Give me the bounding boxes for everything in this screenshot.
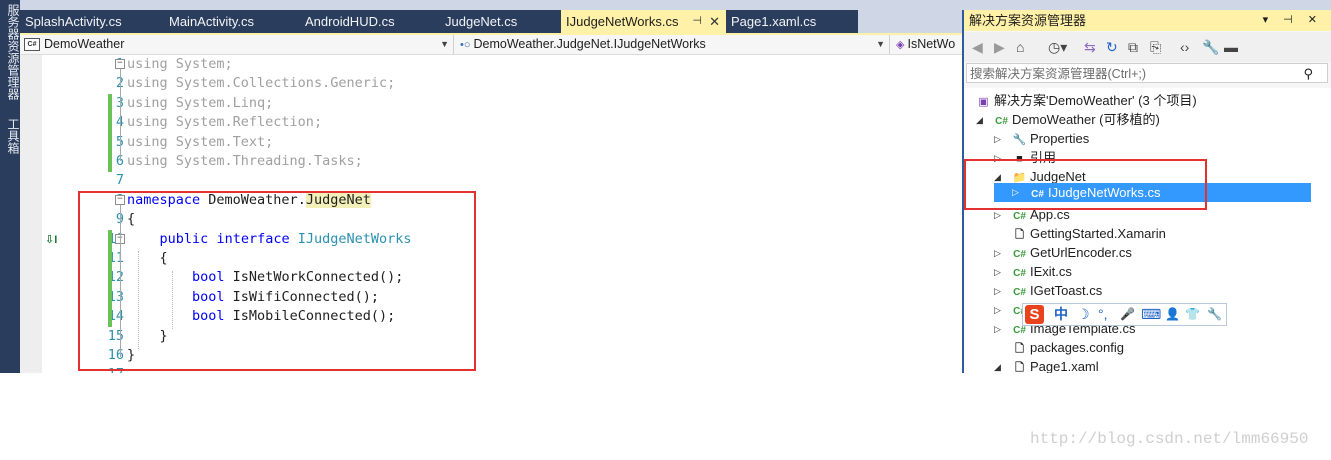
interface-icon: •○ — [460, 39, 471, 51]
collapsed-arrow-icon[interactable]: ▷ — [994, 267, 1001, 278]
collapsed-arrow-icon[interactable]: ▷ — [994, 324, 1001, 335]
line-number: 4 — [115, 114, 124, 131]
line-number: 3 — [115, 94, 124, 111]
tab-ijudgenetworks[interactable]: IJudgeNetWorks.cs ⊣ ✕ — [561, 10, 726, 33]
xaml-file-icon: 🗋 — [1015, 362, 1024, 373]
home-icon[interactable]: ⌂ — [1016, 32, 1024, 62]
change-indicator — [108, 94, 112, 172]
watermark: http://blog.csdn.net/lmm66950 — [1030, 430, 1309, 448]
solution-explorer-title-bar: 解决方案资源管理器 ▾ ⊣ ✕ — [964, 10, 1331, 31]
collapsed-arrow-icon[interactable]: ▷ — [994, 134, 1001, 145]
punctuation-icon[interactable]: °, — [1098, 304, 1108, 325]
csharp-project-icon: C# — [995, 116, 1008, 127]
collapse-all-icon[interactable]: ⧉ — [1128, 32, 1138, 62]
history-icon[interactable]: ◷▾ — [1048, 32, 1067, 62]
moon-icon[interactable]: ☽ — [1077, 304, 1090, 325]
skin-shirt-icon[interactable]: 👕 — [1185, 304, 1200, 325]
settings-wrench-icon[interactable]: 🔧 — [1207, 304, 1222, 325]
code-line: using System.Linq; — [127, 94, 274, 111]
fold-line — [120, 69, 121, 161]
expanded-arrow-icon[interactable]: ◢ — [994, 362, 1001, 373]
code-line: using System.Collections.Generic; — [127, 75, 396, 92]
tab-mainactivity[interactable]: MainActivity.cs — [164, 10, 292, 33]
code-line: using System.Reflection; — [127, 114, 323, 131]
line-number: 6 — [115, 153, 124, 169]
csharp-project-icon: C# — [24, 38, 40, 52]
tree-item-project[interactable]: C# DemoWeather (可移植的) — [994, 110, 1160, 129]
search-icon[interactable]: ⚲ — [1303, 64, 1313, 84]
chevron-down-icon: ▼ — [440, 39, 449, 49]
project-dropdown[interactable]: C# DemoWeather ▼ — [20, 35, 454, 54]
server-explorer-tab[interactable]: 服务器资源管理器 — [1, 4, 20, 100]
navigation-bar: C# DemoWeather ▼ •○ DemoWeather.JudgeNet.I… — [20, 35, 962, 55]
document-tab-bar: SplashActivity.cs MainActivity.cs Androi… — [20, 10, 858, 33]
solution-icon: ▣ — [978, 96, 989, 108]
panel-window-buttons[interactable]: ▾ ⊣ ✕ — [1263, 10, 1323, 31]
collapse-toggle[interactable]: − — [115, 59, 125, 69]
code-line: using System; — [127, 56, 233, 72]
left-tool-strip: 服务器资源管理器 工具箱 — [0, 0, 20, 373]
panel-title: 解决方案资源管理器 — [969, 13, 1087, 28]
view-code-icon[interactable]: ‹› — [1180, 32, 1189, 62]
implementation-glyph-icon[interactable]: ⇩I — [45, 233, 57, 246]
method-icon: ◈ — [896, 39, 905, 51]
keyboard-icon[interactable]: ⌨ — [1141, 304, 1161, 325]
tree-item-solution[interactable]: ▣ 解决方案'DemoWeather' (3 个项目) — [976, 91, 1196, 110]
back-icon[interactable]: ◀ — [972, 32, 983, 62]
sogou-logo-icon[interactable]: S — [1025, 305, 1044, 324]
line-number: 7 — [115, 172, 124, 189]
annotation-box-tree — [964, 159, 1207, 210]
collapsed-arrow-icon[interactable]: ▷ — [994, 210, 1001, 221]
code-line: using System.Text; — [127, 133, 274, 150]
properties-wrench-icon[interactable]: 🔧 — [1202, 32, 1219, 62]
tree-item-properties[interactable]: 🔧 Properties — [1012, 129, 1090, 148]
type-dropdown[interactable]: •○ DemoWeather.JudgeNet.IJudgeNetWorks ▼ — [456, 35, 890, 54]
tab-judgenet[interactable]: JudgeNet.cs — [440, 10, 558, 33]
microphone-icon[interactable]: 🎤 — [1120, 304, 1135, 325]
tree-item-page1-xaml[interactable]: 🗋 Page1.xaml — [1012, 357, 1099, 373]
tab-splashactivity[interactable]: SplashActivity.cs — [20, 10, 158, 33]
solution-search-input[interactable]: 搜索解决方案资源管理器(Ctrl+;) ⚲ — [966, 63, 1328, 83]
tree-item-packages-config[interactable]: 🗋 packages.config — [1012, 338, 1124, 357]
tab-androidhud[interactable]: AndroidHUD.cs — [300, 10, 432, 33]
show-all-files-icon[interactable]: ⎘ — [1150, 32, 1161, 62]
chinese-mode-icon[interactable]: 中 — [1054, 304, 1068, 325]
user-icon[interactable]: 👤 — [1165, 304, 1180, 325]
tab-page1-xaml-cs[interactable]: Page1.xaml.cs — [726, 10, 856, 33]
expanded-arrow-icon[interactable]: ◢ — [976, 115, 983, 126]
tree-item-iexit[interactable]: C# IExit.cs — [1012, 262, 1072, 281]
refresh-icon[interactable]: ↻ — [1106, 32, 1118, 62]
preview-icon[interactable]: ▬ — [1224, 32, 1238, 62]
tree-item-igettoast[interactable]: C# IGetToast.cs — [1012, 281, 1102, 300]
tree-item-gettingstarted[interactable]: 🗋 GettingStarted.Xamarin — [1012, 224, 1166, 243]
chevron-down-icon: ▼ — [876, 39, 885, 49]
line-number: 2 — [115, 75, 124, 92]
toolbox-tab[interactable]: 工具箱 — [1, 118, 20, 154]
annotation-box-code — [78, 191, 476, 371]
solution-tree: ▣ 解决方案'DemoWeather' (3 个项目) ◢ C# DemoWeath… — [964, 88, 1331, 373]
collapsed-arrow-icon[interactable]: ▷ — [994, 248, 1001, 259]
close-icon[interactable]: ✕ — [709, 10, 720, 33]
forward-icon[interactable]: ▶ — [994, 32, 1005, 62]
collapsed-arrow-icon[interactable]: ▷ — [994, 305, 1001, 316]
tree-item-geturlencoder[interactable]: C# GetUrlEncoder.cs — [1012, 243, 1132, 262]
ime-toolbar[interactable]: S 中 ☽ °, 🎤 ⌨ 👤 👕 🔧 — [1022, 303, 1227, 326]
ide-window: 服务器资源管理器 工具箱 SplashActivity.cs MainActiv… — [0, 0, 1331, 373]
code-line: using System.Threading.Tasks; — [127, 153, 363, 169]
collapsed-arrow-icon[interactable]: ▷ — [994, 286, 1001, 297]
pin-icon[interactable]: ⊣ — [692, 10, 702, 33]
member-dropdown[interactable]: ◈ IsNetWo — [892, 35, 962, 54]
line-number: 5 — [115, 133, 124, 150]
sync-icon[interactable]: ⇆ — [1084, 32, 1096, 62]
solution-explorer-toolbar: ◀ ▶ ⌂ ◷▾ ⇆ ↻ ⧉ ⎘ ‹› 🔧 ▬ — [964, 32, 1331, 62]
editor-margin — [20, 55, 42, 373]
